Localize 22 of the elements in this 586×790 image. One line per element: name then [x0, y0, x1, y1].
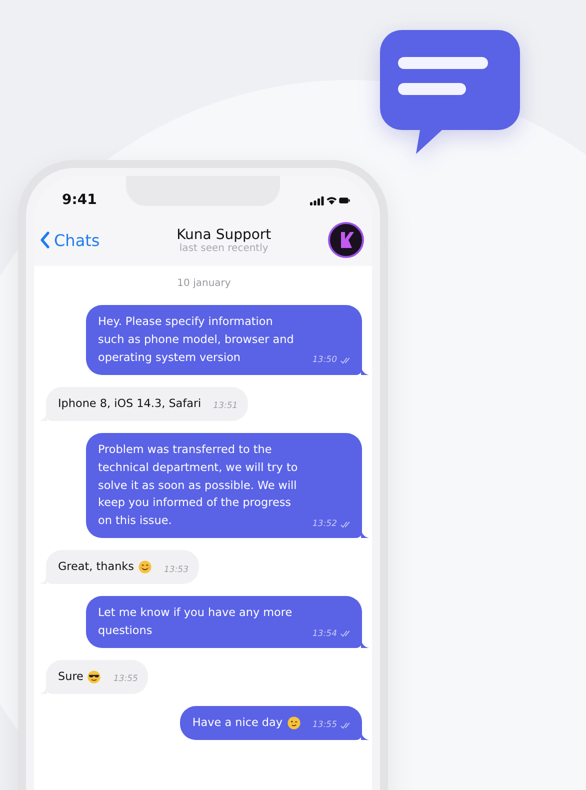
avatar-logo-icon[interactable] — [328, 222, 364, 258]
chevron-left-icon — [40, 231, 50, 249]
message-text: Problem was transferred to the technical department, we will try to solve it as soon as possible. We will keep you informed of the progress on this issue. — [98, 442, 299, 530]
message-text: Have a nice day — [192, 714, 282, 731]
message-time: 13:55 — [312, 721, 337, 730]
message-time: 13:53 — [164, 566, 188, 574]
message-time: 13:51 — [213, 402, 238, 411]
message-text: Hey. Please specify information such as phone model, browser and operating system version — [98, 314, 295, 366]
date-label: 10 january — [177, 278, 231, 289]
status-icons — [310, 194, 350, 206]
message-time: 13:50 — [312, 356, 337, 365]
message-time: 13:55 — [113, 675, 138, 684]
chat-title: Kuna Support — [176, 226, 272, 242]
back-button[interactable]: Chats — [40, 230, 100, 250]
message-time: 13:54 — [312, 630, 337, 638]
message-text: Sure — [58, 669, 84, 686]
message-text: Great, thanks — [58, 559, 134, 576]
message-time: 13:52 — [312, 520, 337, 528]
status-time: 9:41 — [62, 192, 97, 208]
message-text: Let me know if you have any more questions — [98, 605, 294, 640]
chat-subtitle: last seen recently — [179, 242, 268, 254]
message-text: Iphone 8, iOS 14.3, Safari — [58, 396, 202, 412]
